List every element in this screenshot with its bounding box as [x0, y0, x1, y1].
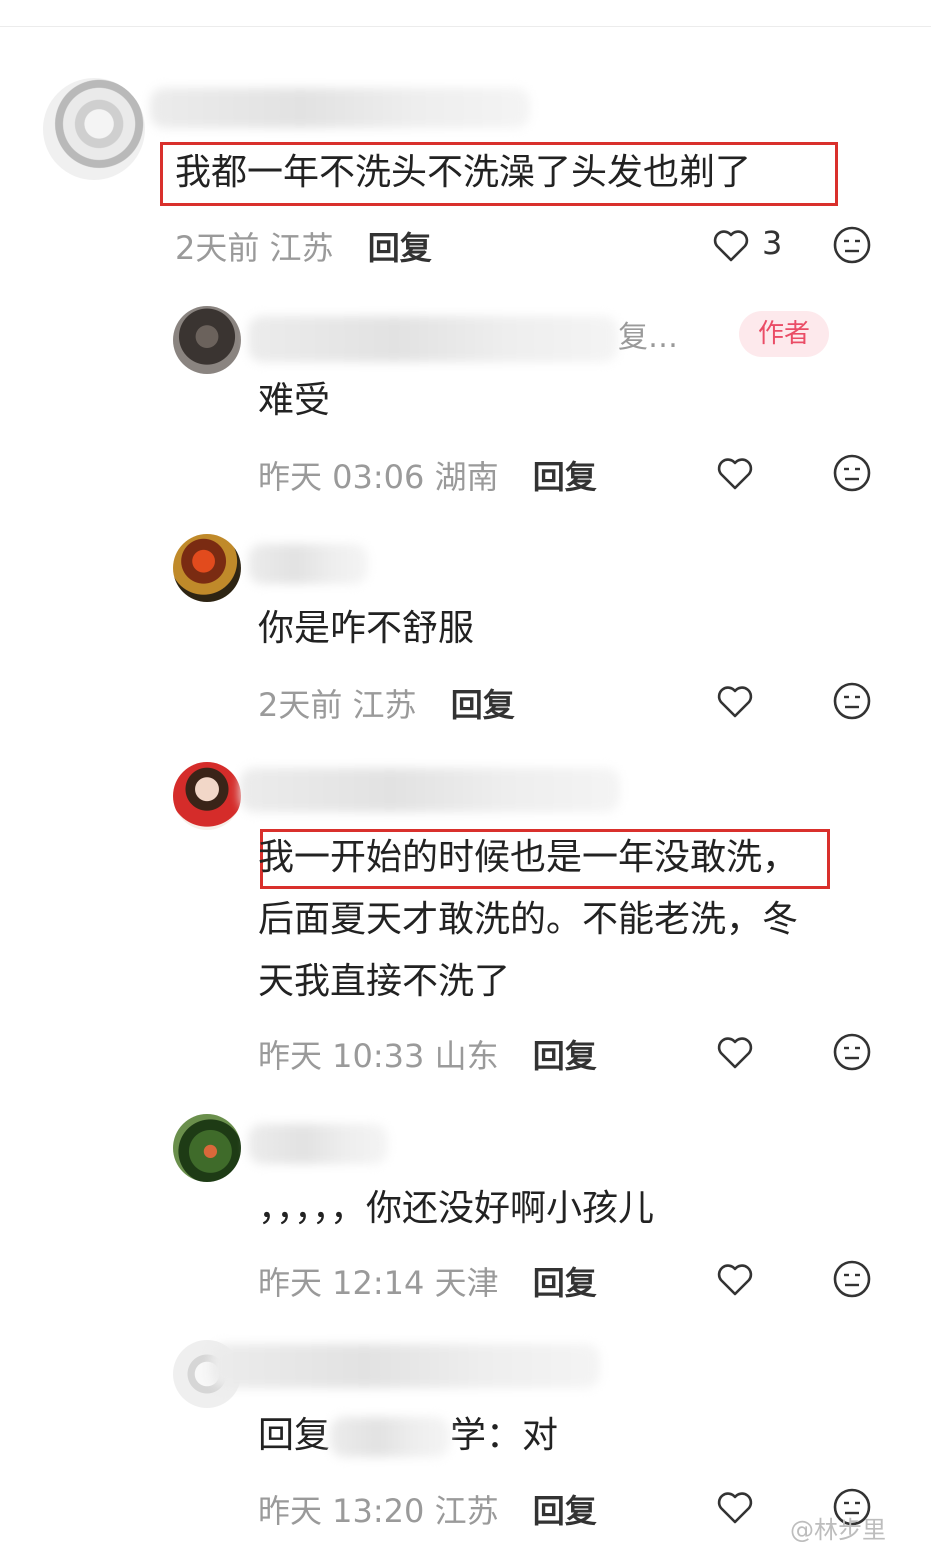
blurred-username: [150, 88, 530, 128]
comment-time: 2天前: [258, 686, 343, 724]
comment-time: 昨天 12:14: [258, 1264, 425, 1302]
neutral-face-icon[interactable]: [832, 225, 872, 265]
like-count: 3: [762, 224, 783, 262]
heart-icon[interactable]: [715, 1032, 755, 1072]
comment-location: 江苏: [434, 1492, 499, 1530]
reply-button[interactable]: 回复: [533, 1492, 597, 1530]
heart-icon[interactable]: [715, 1259, 755, 1299]
reply-button[interactable]: 回复: [368, 229, 432, 267]
comment-location: 湖南: [434, 458, 499, 496]
blurred-username: [248, 544, 368, 584]
reply-suffix: 学：对: [450, 1415, 559, 1456]
reply-button[interactable]: 回复: [533, 1037, 597, 1075]
comment-time: 昨天 03:06: [258, 458, 425, 496]
watermark: @林步里: [790, 1516, 886, 1544]
comment-text: ，，，，，你还没好啊小孩儿: [258, 1188, 655, 1229]
comment-location: 江苏: [352, 686, 417, 724]
top-divider: [0, 26, 931, 27]
avatar[interactable]: [173, 762, 241, 830]
username-ellipsis: 复…: [618, 320, 678, 355]
comment-text: 我都一年不洗头不洗澡了头发也剃了: [175, 152, 752, 193]
reply-prefix: 回复: [258, 1415, 331, 1456]
avatar[interactable]: [173, 1114, 241, 1182]
reply-button[interactable]: 回复: [451, 686, 515, 724]
avatar[interactable]: [43, 78, 145, 180]
heart-icon[interactable]: [711, 225, 751, 265]
heart-icon[interactable]: [715, 1487, 755, 1527]
blurred-username: [240, 768, 620, 812]
comment-time: 昨天 13:20: [258, 1492, 425, 1530]
comment-location: 江苏: [269, 229, 334, 267]
comment-time: 2天前: [175, 229, 260, 267]
comment-text-line: 后面夏天才敢洗的。不能老洗，冬: [258, 899, 799, 940]
neutral-face-icon[interactable]: [832, 453, 872, 493]
neutral-face-icon[interactable]: [832, 1259, 872, 1299]
heart-icon[interactable]: [715, 453, 755, 493]
author-badge: 作者: [739, 311, 829, 357]
comment-meta: 2天前 江苏 回复: [175, 223, 432, 269]
blurred-username: [248, 316, 618, 362]
comment-meta: 2天前 江苏 回复: [258, 680, 515, 726]
comment-text: 回复 学：对: [258, 1405, 558, 1467]
blurred-username: [210, 1344, 600, 1388]
comment-meta: 昨天 03:06 湖南 回复: [258, 452, 597, 498]
comment-meta: 昨天 10:33 山东 回复: [258, 1031, 597, 1077]
comment-location: 天津: [434, 1264, 499, 1302]
heart-icon[interactable]: [715, 681, 755, 721]
comment-meta: 昨天 12:14 天津 回复: [258, 1258, 597, 1304]
comment-time: 昨天 10:33: [258, 1037, 425, 1075]
avatar[interactable]: [173, 306, 241, 374]
comment-text-line: 天我直接不洗了: [258, 961, 511, 1002]
avatar[interactable]: [173, 534, 241, 602]
comment-text: 你是咋不舒服: [258, 608, 475, 649]
neutral-face-icon[interactable]: [832, 1032, 872, 1072]
comment-meta: 昨天 13:20 江苏 回复: [258, 1486, 597, 1532]
blurred-mention: [330, 1417, 451, 1457]
comment-text: 难受: [258, 380, 331, 421]
neutral-face-icon[interactable]: [832, 681, 872, 721]
reply-button[interactable]: 回复: [533, 1264, 597, 1302]
comment-text-line: 我一开始的时候也是一年没敢洗，: [258, 837, 799, 878]
comment-location: 山东: [434, 1037, 499, 1075]
blurred-username: [248, 1124, 388, 1164]
reply-button[interactable]: 回复: [533, 458, 597, 496]
